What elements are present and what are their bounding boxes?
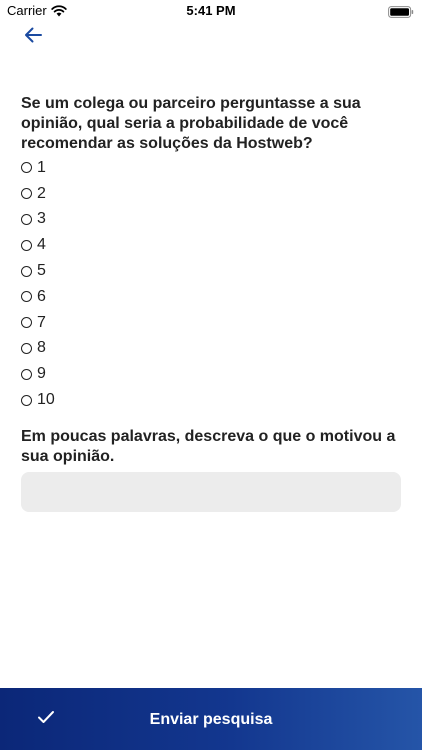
rating-options: 1 2 3 4 5 6 7 8 9 10 (21, 155, 55, 413)
rating-option-3[interactable]: 3 (21, 207, 55, 233)
radio-circle-icon[interactable] (21, 368, 32, 380)
rating-option-label: 2 (37, 184, 46, 202)
rating-option-9[interactable]: 9 (21, 361, 55, 387)
radio-circle-icon[interactable] (21, 291, 32, 303)
rating-option-label: 6 (37, 287, 46, 305)
radio-circle-icon[interactable] (21, 342, 32, 354)
rating-option-label: 1 (37, 158, 46, 176)
rating-option-label: 9 (37, 365, 46, 383)
rating-option-label: 10 (37, 391, 55, 409)
rating-option-8[interactable]: 8 (21, 336, 55, 362)
submit-survey-label: Enviar pesquisa (149, 711, 273, 728)
battery-icon (388, 5, 414, 23)
rating-option-label: 3 (37, 210, 46, 228)
rating-option-7[interactable]: 7 (21, 310, 55, 336)
rating-option-5[interactable]: 5 (21, 258, 55, 284)
radio-circle-icon[interactable] (21, 317, 32, 329)
radio-circle-icon[interactable] (21, 239, 32, 251)
rating-option-label: 4 (37, 236, 46, 254)
rating-option-1[interactable]: 1 (21, 155, 55, 181)
submit-survey-button[interactable]: Enviar pesquisa (0, 688, 422, 750)
radio-circle-icon[interactable] (21, 394, 32, 406)
radio-circle-icon[interactable] (21, 188, 32, 200)
status-bar: Carrier 5:41 PM (0, 0, 422, 22)
question-motivation: Em poucas palavras, descreva o que o mot… (21, 428, 396, 465)
motivation-input[interactable] (21, 472, 401, 512)
radio-circle-icon[interactable] (21, 213, 32, 225)
rating-option-label: 5 (37, 262, 46, 280)
question-recommend: Se um colega ou parceiro perguntasse a s… (21, 95, 361, 152)
rating-option-4[interactable]: 4 (21, 232, 55, 258)
rating-option-2[interactable]: 2 (21, 181, 55, 207)
back-button[interactable] (20, 24, 46, 46)
arrow-left-icon (25, 27, 42, 43)
rating-option-label: 8 (37, 339, 46, 357)
radio-circle-icon[interactable] (21, 265, 32, 277)
rating-option-10[interactable]: 10 (21, 387, 55, 413)
rating-option-label: 7 (37, 313, 46, 331)
radio-circle-icon[interactable] (21, 162, 32, 174)
status-time: 5:41 PM (186, 3, 236, 18)
rating-option-6[interactable]: 6 (21, 284, 55, 310)
